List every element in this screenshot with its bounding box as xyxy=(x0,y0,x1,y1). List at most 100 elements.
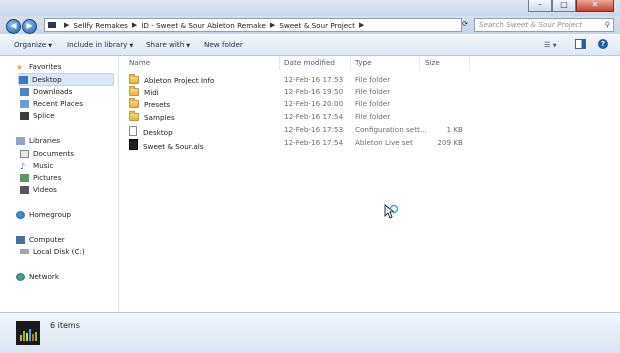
item-count: 6 items xyxy=(50,321,80,330)
share-with-button[interactable]: Share with ▼ xyxy=(146,40,190,49)
column-separator[interactable] xyxy=(469,56,470,70)
sidebar-homegroup[interactable]: Homegroup xyxy=(16,210,71,219)
sidebar-network[interactable]: Network xyxy=(16,272,59,281)
file-date: 12-Feb-16 17:54 xyxy=(284,112,344,121)
recent-places-icon xyxy=(20,99,29,108)
folder-icon xyxy=(129,86,139,96)
file-date: 12-Feb-16 17:54 xyxy=(284,138,344,147)
new-folder-button[interactable]: New folder xyxy=(204,40,243,49)
sidebar-item-pictures[interactable]: Pictures xyxy=(20,173,61,182)
sidebar-item-local-disk[interactable]: Local Disk (C:) xyxy=(20,247,85,256)
file-size: 1 KB xyxy=(446,125,463,134)
computer-icon xyxy=(16,235,25,244)
views-icon[interactable]: ☰ ▼ xyxy=(544,40,557,49)
file-row[interactable]: Midi 12-Feb-16 19:50 File folder xyxy=(127,85,467,97)
file-type: File folder xyxy=(355,112,391,121)
star-icon: ★ xyxy=(16,62,24,72)
file-date: 12-Feb-16 17:53 xyxy=(284,125,344,134)
documents-icon xyxy=(20,149,29,158)
address-bar[interactable]: ▶ Sellfy Remakes ▶ ID - Sweet & Sour Abl… xyxy=(44,18,462,32)
sidebar-item-recent-places[interactable]: Recent Places xyxy=(20,99,83,108)
include-in-library-button[interactable]: Include in library ▼ xyxy=(67,40,133,49)
column-header-name[interactable]: Name xyxy=(129,58,150,67)
pictures-icon xyxy=(20,173,29,182)
chevron-right-icon: ▶ xyxy=(269,21,276,29)
file-name: Ableton Project Info xyxy=(144,76,215,85)
folder-icon xyxy=(129,74,139,84)
window-titlebar: – □ ✕ xyxy=(0,0,620,16)
column-separator[interactable] xyxy=(350,56,351,70)
preview-pane-icon[interactable] xyxy=(575,39,586,49)
column-separator[interactable] xyxy=(419,56,420,70)
file-date: 12-Feb-16 19:50 xyxy=(284,87,344,96)
ableton-file-icon xyxy=(129,139,138,150)
downloads-icon xyxy=(20,87,29,96)
column-separator[interactable] xyxy=(279,56,280,70)
sidebar-item-music[interactable]: ♪ Music xyxy=(20,161,53,171)
file-name: Presets xyxy=(144,100,171,109)
file-name: Sweet & Sour.als xyxy=(143,142,204,151)
chevron-down-icon: ▼ xyxy=(186,43,191,49)
chevron-down-icon: ▼ xyxy=(129,43,134,49)
status-bar: 6 items xyxy=(0,312,620,353)
ableton-folder-thumbnail-icon xyxy=(16,321,40,345)
column-header-type[interactable]: Type xyxy=(355,58,372,67)
chevron-right-icon: ▶ xyxy=(131,21,138,29)
sidebar-favorites[interactable]: ★ Favorites xyxy=(16,62,61,72)
folder-icon xyxy=(129,98,139,108)
search-icon: ⚲ xyxy=(604,20,610,29)
libraries-icon xyxy=(16,136,25,145)
chevron-down-icon: ▼ xyxy=(48,43,53,49)
maximize-button[interactable]: □ xyxy=(552,0,576,12)
close-button[interactable]: ✕ xyxy=(576,0,614,12)
file-row[interactable]: Ableton Project Info 12-Feb-16 17:53 Fil… xyxy=(127,73,467,85)
address-row: ◀ ▶ ▶ Sellfy Remakes ▶ ID - Sweet & Sour… xyxy=(0,16,620,34)
file-type: File folder xyxy=(355,87,391,96)
chevron-right-icon: ▶ xyxy=(358,21,365,29)
videos-icon xyxy=(20,185,29,194)
help-icon[interactable]: ? xyxy=(598,39,608,49)
breadcrumb-item[interactable]: ID - Sweet & Sour Ableton Remake xyxy=(141,21,266,30)
sidebar-item-documents[interactable]: Documents xyxy=(20,149,74,158)
file-type: File folder xyxy=(355,75,391,84)
sidebar-item-videos[interactable]: Videos xyxy=(20,185,57,194)
minimize-button[interactable]: – xyxy=(528,0,552,12)
navigation-pane: ★ Favorites Desktop Downloads Recent Plac… xyxy=(0,56,119,312)
sidebar-item-desktop[interactable]: Desktop xyxy=(18,73,114,86)
column-header-size[interactable]: Size xyxy=(425,58,440,67)
breadcrumb-item[interactable]: Sellfy Remakes xyxy=(73,21,128,30)
refresh-icon[interactable]: ⟳ xyxy=(462,20,468,28)
desktop-icon xyxy=(19,75,28,84)
file-row[interactable]: Desktop 12-Feb-16 17:53 Configuration se… xyxy=(127,123,467,137)
window-controls: – □ ✕ xyxy=(528,0,614,12)
music-icon: ♪ xyxy=(20,161,26,171)
network-icon xyxy=(16,272,25,281)
sidebar-item-splice[interactable]: Splice xyxy=(20,111,55,120)
computer-icon xyxy=(48,22,56,28)
file-date: 12-Feb-16 17:53 xyxy=(284,75,344,84)
file-list: Name Date modified Type Size Ableton Pro… xyxy=(119,56,620,312)
organize-button[interactable]: Organize ▼ xyxy=(14,40,52,49)
file-row[interactable]: Presets 12-Feb-16 20:00 File folder xyxy=(127,97,467,109)
file-row[interactable]: Samples 12-Feb-16 17:54 File folder xyxy=(127,110,467,122)
file-type: Configuration sett... xyxy=(355,125,427,134)
homegroup-icon xyxy=(16,210,25,219)
config-file-icon xyxy=(129,126,137,136)
file-date: 12-Feb-16 20:00 xyxy=(284,99,344,108)
file-name: Midi xyxy=(144,88,159,97)
search-input[interactable]: Search Sweet & Sour Project ⚲ xyxy=(474,18,614,32)
sidebar-libraries[interactable]: Libraries xyxy=(16,136,60,145)
column-header-date-modified[interactable]: Date modified xyxy=(284,58,335,67)
breadcrumb-item[interactable]: Sweet & Sour Project xyxy=(279,21,355,30)
sidebar-computer[interactable]: Computer xyxy=(16,235,65,244)
folder-icon xyxy=(129,111,139,121)
file-type: Ableton Live set xyxy=(355,138,413,147)
forward-button[interactable]: ▶ xyxy=(22,19,37,34)
splice-icon xyxy=(20,111,29,120)
back-button[interactable]: ◀ xyxy=(6,19,21,34)
drive-icon xyxy=(20,249,29,254)
sidebar-item-downloads[interactable]: Downloads xyxy=(20,87,72,96)
file-size: 209 KB xyxy=(437,138,463,147)
file-row[interactable]: Sweet & Sour.als 12-Feb-16 17:54 Ableton… xyxy=(127,136,467,151)
chevron-right-icon: ▶ xyxy=(64,21,70,29)
